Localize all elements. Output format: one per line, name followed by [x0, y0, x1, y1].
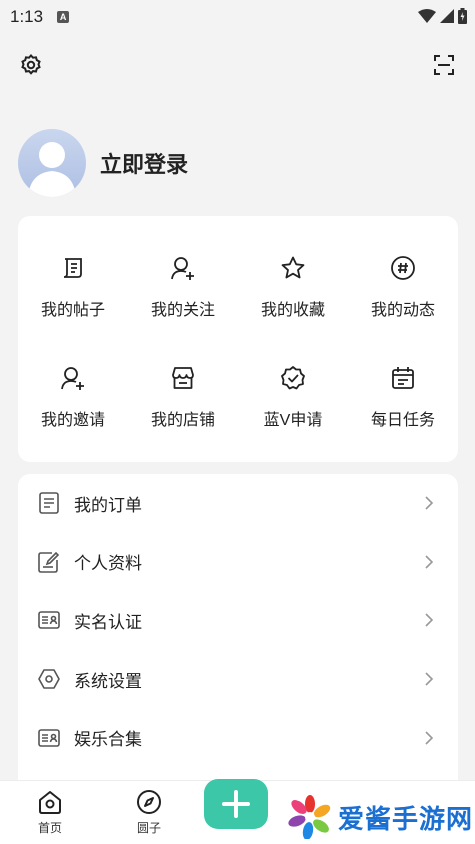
menu-label: 娱乐合集: [74, 730, 142, 750]
grid-label: 我的动态: [370, 302, 435, 319]
chevron-right-icon: [425, 672, 434, 686]
settings-button[interactable]: [18, 52, 44, 78]
grid-item-invite[interactable]: 我的邀请: [18, 340, 128, 450]
grid-label: 每日任务: [370, 412, 435, 429]
order-icon: [39, 492, 59, 515]
grid-label: 我的关注: [150, 302, 215, 319]
menu-item-orders[interactable]: 我的订单: [18, 474, 458, 533]
star-icon: [281, 256, 305, 279]
chevron-right-icon: [425, 496, 434, 510]
grid-item-follow[interactable]: 我的关注: [128, 230, 238, 340]
grid-item-posts[interactable]: 我的帖子: [18, 230, 128, 340]
menu-list-card: 我的订单 个人资料 实名认证 系统设置 娱乐合集: [18, 474, 458, 804]
add-post-button[interactable]: [204, 779, 268, 829]
top-toolbar: [18, 52, 457, 78]
scan-icon: [434, 55, 454, 75]
flower-logo-icon: [288, 795, 331, 839]
menu-label: 系统设置: [74, 671, 142, 691]
watermark-text: 爱酱手游网: [338, 803, 474, 834]
profile-header[interactable]: 立即登录: [18, 128, 188, 198]
grid-label: 蓝V申请: [263, 412, 323, 429]
nav-home[interactable]: 首页: [20, 789, 80, 836]
compass-icon: [137, 790, 161, 814]
collection-icon: [38, 728, 60, 747]
wifi-icon: [418, 9, 436, 23]
invite-icon: [61, 367, 84, 390]
menu-item-profile[interactable]: 个人资料: [18, 533, 458, 592]
grid-item-activity[interactable]: 我的动态: [348, 230, 458, 340]
calendar-icon: [392, 367, 414, 389]
status-icons: [418, 8, 467, 24]
verified-badge-icon: [281, 366, 305, 390]
grid-item-blue-v[interactable]: 蓝V申请: [238, 340, 348, 450]
watermark: 爱酱手游网: [288, 795, 473, 839]
menu-item-verification[interactable]: 实名认证: [18, 591, 458, 650]
shortcut-grid: 我的帖子 我的关注 我的收藏 我的动态 我的邀请 我的店铺 蓝V申请 每日任务: [18, 216, 458, 450]
signal-icon: [440, 9, 454, 23]
bottom-nav: 首页 圆子 爱酱手游网: [0, 779, 475, 844]
edit-profile-icon: [38, 551, 60, 573]
id-card-icon: [38, 611, 60, 630]
gear-icon: [21, 54, 41, 75]
menu-label: 个人资料: [74, 554, 142, 574]
grid-item-favorites[interactable]: 我的收藏: [238, 230, 348, 340]
menu-item-settings[interactable]: 系统设置: [18, 650, 458, 709]
grid-label: 我的收藏: [260, 302, 325, 319]
menu-label: 实名认证: [74, 612, 142, 632]
shortcut-grid-card: 我的帖子 我的关注 我的收藏 我的动态 我的邀请 我的店铺 蓝V申请 每日任务: [18, 216, 458, 462]
default-avatar-icon: [28, 142, 76, 197]
chevron-right-icon: [425, 613, 434, 628]
nav-circle-label: 圆子: [136, 821, 161, 835]
menu-label: 我的订单: [74, 495, 142, 515]
home-icon: [39, 791, 61, 814]
login-link[interactable]: 立即登录: [100, 147, 188, 179]
grid-item-store[interactable]: 我的店铺: [128, 340, 238, 450]
grid-label: 我的邀请: [40, 412, 105, 429]
chevron-right-icon: [425, 731, 434, 745]
posts-icon: [63, 258, 82, 278]
status-time: 1:13: [10, 7, 44, 26]
nav-circle[interactable]: 圆子: [119, 789, 179, 836]
grid-item-daily-tasks[interactable]: 每日任务: [348, 340, 458, 450]
notification-a-icon: A: [57, 11, 70, 23]
follow-icon: [171, 257, 194, 280]
hashtag-icon: [391, 256, 415, 280]
battery-icon: [458, 8, 467, 24]
chevron-right-icon: [425, 555, 434, 569]
grid-label: 我的店铺: [150, 412, 215, 429]
status-bar: 1:13 A: [0, 0, 475, 34]
avatar[interactable]: [18, 129, 86, 197]
nav-home-label: 首页: [37, 821, 62, 835]
menu-item-entertainment[interactable]: 娱乐合集: [18, 708, 458, 767]
hexagon-settings-icon: [38, 669, 60, 689]
store-icon: [172, 367, 194, 389]
grid-label: 我的帖子: [40, 302, 105, 319]
scan-button[interactable]: [431, 52, 457, 78]
plus-icon: [222, 790, 250, 818]
